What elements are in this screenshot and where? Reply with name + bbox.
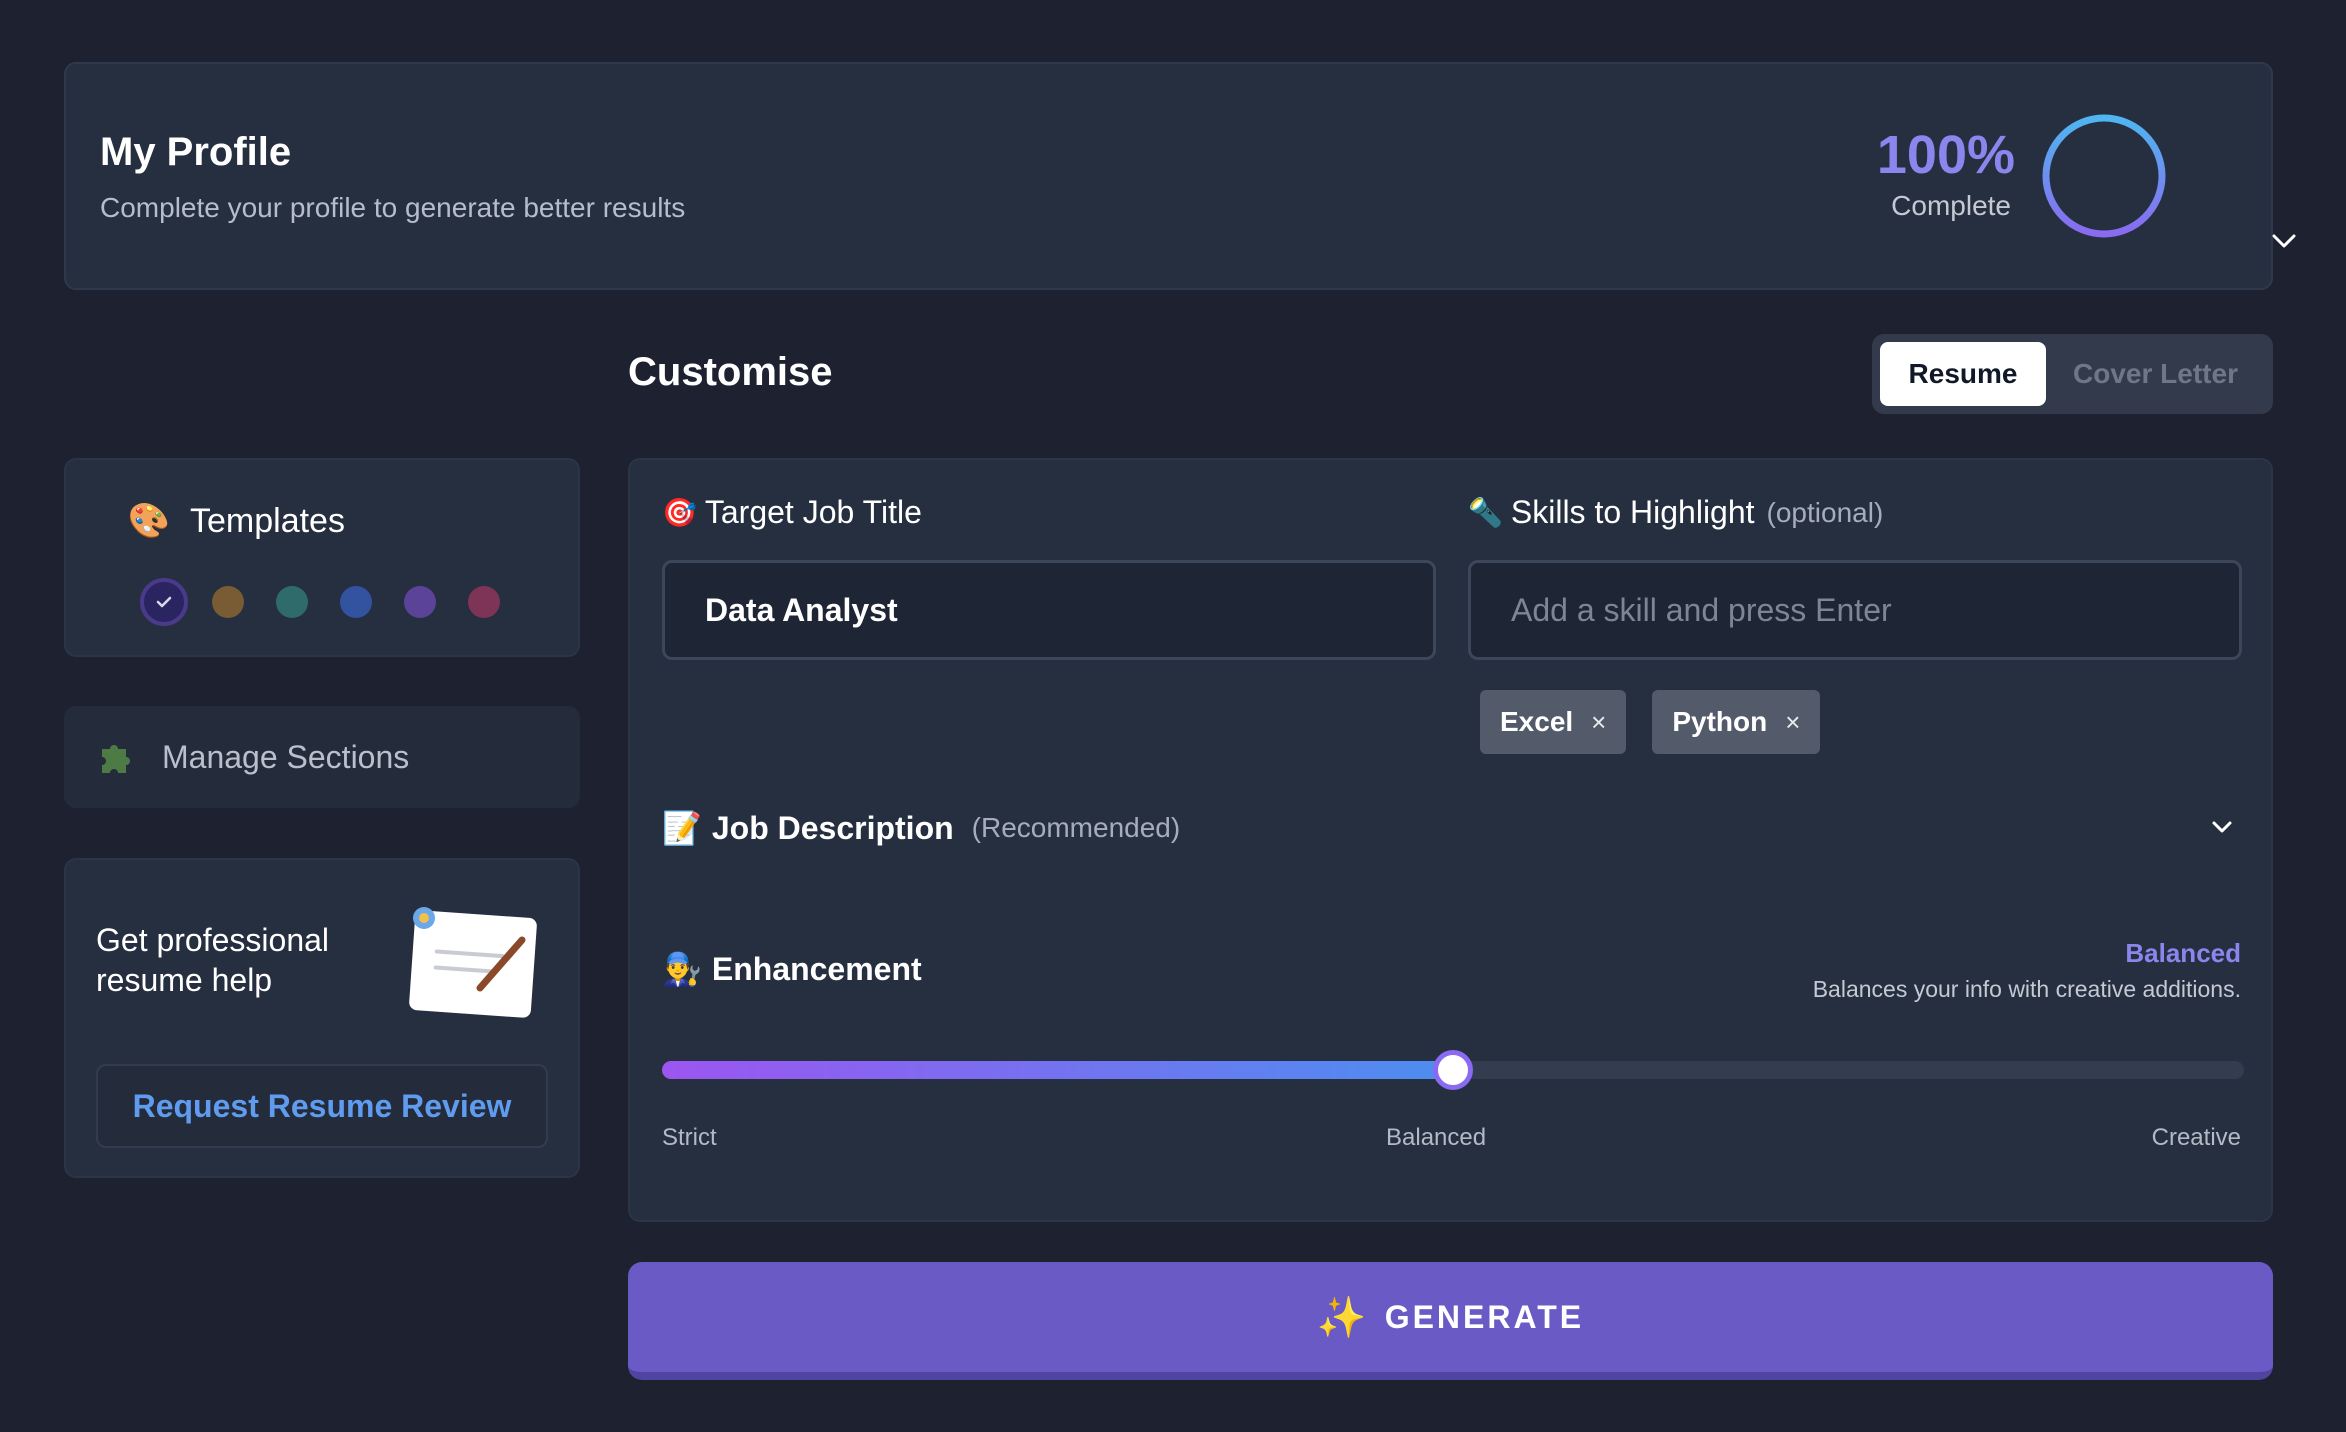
- enhancement-mode: Balanced: [2125, 938, 2241, 968]
- enhancement-description: Balances your info with creative additio…: [1812, 976, 2241, 1002]
- profile-card: My Profile Complete your profile to gene…: [64, 62, 2296, 290]
- document-pen-illustration: [409, 907, 537, 1018]
- mechanic-icon: 👨‍🔧: [662, 951, 702, 987]
- manage-sections-label: Manage Sections: [162, 738, 410, 775]
- target-icon: 🎯: [662, 497, 697, 528]
- palette-icon: 🎨: [127, 502, 171, 540]
- manage-sections-button[interactable]: Manage Sections: [64, 706, 580, 808]
- close-icon[interactable]: ×: [1591, 707, 1606, 738]
- progress-ring: [2042, 114, 2166, 238]
- close-icon[interactable]: ×: [1785, 707, 1800, 738]
- slider-thumb[interactable]: [1433, 1050, 1473, 1090]
- skill-chips: Excel × Python ×: [1480, 690, 1821, 754]
- progress-label: Complete: [1891, 190, 2011, 221]
- slider-fill: [662, 1061, 1453, 1079]
- tab-cover-letter[interactable]: Cover Letter: [2046, 342, 2265, 406]
- enhancement-label-text: Enhancement: [711, 950, 922, 987]
- scale-label-strict: Strict: [662, 1124, 717, 1151]
- job-title-label-text: Target Job Title: [704, 494, 922, 530]
- scale-label-creative: Creative: [2151, 1124, 2241, 1151]
- help-text: Get professional resume help: [96, 922, 330, 998]
- chevron-down-icon[interactable]: [2262, 220, 2306, 264]
- skill-chip-label: Excel: [1500, 706, 1574, 737]
- skills-optional-note: (optional): [1766, 496, 1884, 528]
- customise-form: 🎯 Target Job Title 🔦 Skills to Highlight…: [628, 458, 2273, 1222]
- skill-input[interactable]: [1468, 560, 2242, 660]
- enhancement-slider[interactable]: [662, 1050, 2244, 1090]
- skill-chip: Excel ×: [1480, 690, 1627, 754]
- job-description-toggle[interactable]: 📝 Job Description (Recommended): [662, 798, 2244, 858]
- generate-button[interactable]: ✨ GENERATE: [628, 1262, 2273, 1380]
- page: My Profile Complete your profile to gene…: [0, 0, 2346, 1432]
- template-swatch-brown[interactable]: [212, 586, 244, 618]
- request-review-button[interactable]: Request Resume Review: [96, 1064, 548, 1148]
- job-title-label: 🎯 Target Job Title: [662, 494, 922, 531]
- job-title-input[interactable]: [662, 560, 1436, 660]
- tab-resume[interactable]: Resume: [1880, 342, 2046, 406]
- template-swatch-teal[interactable]: [276, 586, 308, 618]
- memo-icon: 📝: [662, 810, 702, 846]
- templates-header: 🎨 Templates: [128, 500, 345, 542]
- generate-label: GENERATE: [1384, 1298, 1585, 1335]
- job-description-label-text: Job Description: [711, 809, 954, 846]
- template-swatch-purple[interactable]: [404, 586, 436, 618]
- profile-subtitle: Complete your profile to generate better…: [100, 192, 686, 223]
- template-swatch-blue[interactable]: [340, 586, 372, 618]
- check-icon: [156, 596, 172, 608]
- progress-percent: 100%: [1876, 125, 2015, 185]
- scale-label-balanced: Balanced: [1386, 1124, 1487, 1151]
- job-description-note: (Recommended): [971, 812, 1181, 843]
- flashlight-icon: 🔦: [1468, 497, 1503, 528]
- skills-label: 🔦 Skills to Highlight (optional): [1468, 494, 1883, 531]
- chevron-down-icon[interactable]: [2200, 806, 2244, 850]
- template-swatch-magenta[interactable]: [468, 586, 500, 618]
- puzzle-icon: [102, 745, 130, 773]
- templates-label: Templates: [190, 501, 345, 540]
- skill-chip: Python ×: [1652, 690, 1821, 754]
- profile-title: My Profile: [100, 130, 292, 174]
- resume-help-card: Get professional resume help Request Res…: [64, 858, 580, 1178]
- templates-card: 🎨 Templates: [64, 458, 580, 657]
- enhancement-label: 👨‍🔧 Enhancement: [662, 950, 922, 988]
- sparkles-icon: ✨: [1316, 1295, 1367, 1340]
- job-description-label: 📝 Job Description (Recommended): [662, 809, 1180, 847]
- customise-title: Customise: [628, 350, 833, 394]
- skills-label-text: Skills to Highlight: [1510, 494, 1755, 530]
- skill-chip-label: Python: [1672, 706, 1768, 737]
- document-type-toggle: Resume Cover Letter: [1872, 334, 2273, 414]
- template-swatch-selected[interactable]: [140, 578, 188, 626]
- template-swatches: [140, 578, 500, 626]
